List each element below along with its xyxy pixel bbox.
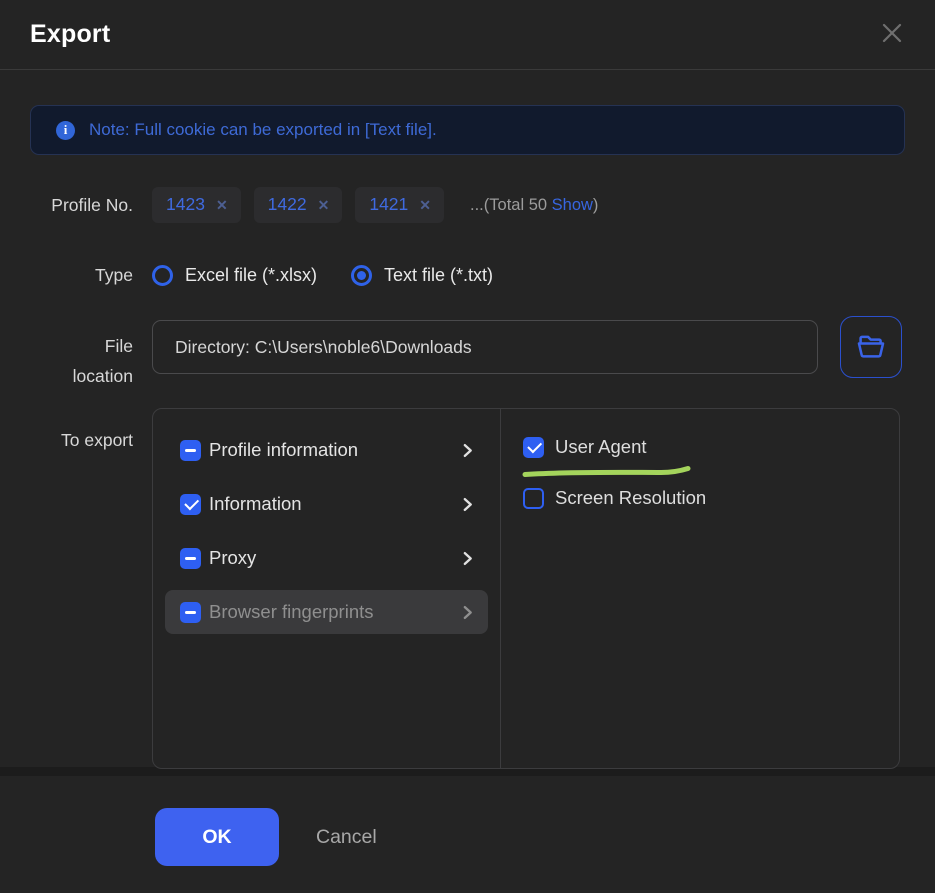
tags-summary-suffix: ) — [593, 196, 599, 214]
chevron-right-icon[interactable] — [460, 605, 475, 620]
cancel-button[interactable]: Cancel — [316, 808, 377, 866]
radio-icon-unselected — [152, 265, 173, 286]
profile-tags: 1423 ✕ 1422 ✕ 1421 ✕ ...(Total 50 Show) — [152, 187, 598, 223]
file-location-row: File location — [30, 316, 902, 378]
radio-icon-selected — [351, 265, 372, 286]
ok-button[interactable]: OK — [155, 808, 279, 866]
radio-label: Text file (*.txt) — [384, 265, 493, 286]
show-link[interactable]: Show — [552, 196, 593, 214]
note-text: Note: Full cookie can be exported in [Te… — [89, 120, 437, 140]
checkbox-indeterminate-icon[interactable] — [180, 602, 201, 623]
export-tree-panel: Profile information Information Proxy — [152, 408, 900, 769]
checkbox-checked-icon[interactable] — [523, 437, 544, 458]
leaf-item-screen-resolution[interactable]: Screen Resolution — [523, 483, 899, 513]
chevron-right-icon[interactable] — [460, 497, 475, 512]
close-button[interactable] — [875, 16, 909, 50]
dialog-header: Export — [0, 0, 935, 70]
close-icon — [879, 20, 905, 46]
tree-item-label: Profile information — [209, 439, 460, 461]
browse-folder-button[interactable] — [840, 316, 902, 378]
export-fields-list: User Agent Screen Resolution — [501, 409, 899, 768]
export-categories-list: Profile information Information Proxy — [153, 409, 501, 768]
chevron-right-icon[interactable] — [460, 443, 475, 458]
profile-tag: 1422 ✕ — [254, 187, 343, 223]
profile-tag-value: 1421 — [369, 194, 408, 215]
tree-item-label: Proxy — [209, 547, 460, 569]
profile-tag: 1421 ✕ — [355, 187, 444, 223]
type-row: Type Excel file (*.xlsx) Text file (*.tx… — [30, 258, 493, 292]
type-label: Type — [30, 265, 133, 286]
chevron-right-icon[interactable] — [460, 551, 475, 566]
radio-option-text[interactable]: Text file (*.txt) — [351, 265, 493, 286]
file-location-label-line2: location — [73, 366, 133, 386]
tag-remove-icon[interactable]: ✕ — [318, 198, 330, 212]
checkbox-unchecked-icon[interactable] — [523, 488, 544, 509]
export-dialog: Export i Note: Full cookie can be export… — [0, 0, 935, 893]
checkbox-indeterminate-icon[interactable] — [180, 548, 201, 569]
tags-summary: ...(Total 50 Show) — [470, 196, 598, 215]
profile-tag-value: 1423 — [166, 194, 205, 215]
tree-item-label: Information — [209, 493, 460, 515]
radio-label: Excel file (*.xlsx) — [185, 265, 317, 286]
radio-option-excel[interactable]: Excel file (*.xlsx) — [152, 265, 317, 286]
profile-no-row: Profile No. 1423 ✕ 1422 ✕ 1421 ✕ ...(Tot… — [30, 185, 598, 225]
to-export-label: To export — [30, 408, 133, 769]
file-location-label: File location — [30, 316, 133, 378]
leaf-item-label: User Agent — [555, 436, 647, 458]
profile-no-label: Profile No. — [30, 195, 133, 216]
leaf-item-label: Screen Resolution — [555, 487, 706, 509]
tree-item-browser-fingerprints[interactable]: Browser fingerprints — [165, 590, 488, 634]
file-path-input[interactable] — [152, 320, 818, 374]
profile-tag: 1423 ✕ — [152, 187, 241, 223]
type-options: Excel file (*.xlsx) Text file (*.txt) — [152, 265, 493, 286]
leaf-item-user-agent[interactable]: User Agent — [523, 432, 899, 462]
tree-item-profile-information[interactable]: Profile information — [165, 428, 488, 472]
tree-item-label: Browser fingerprints — [209, 601, 460, 623]
note-banner: i Note: Full cookie can be exported in [… — [30, 105, 905, 155]
tag-remove-icon[interactable]: ✕ — [216, 198, 228, 212]
tag-remove-icon[interactable]: ✕ — [419, 198, 431, 212]
checkbox-checked-icon[interactable] — [180, 494, 201, 515]
tree-item-proxy[interactable]: Proxy — [165, 536, 488, 580]
info-icon: i — [56, 121, 75, 140]
profile-tag-value: 1422 — [268, 194, 307, 215]
to-export-row: To export Profile information Informatio… — [30, 408, 900, 769]
annotation-underline — [521, 465, 693, 479]
open-folder-icon — [855, 331, 887, 363]
dialog-title: Export — [30, 0, 110, 69]
checkbox-indeterminate-icon[interactable] — [180, 440, 201, 461]
file-location-label-line1: File — [105, 336, 133, 356]
tree-item-information[interactable]: Information — [165, 482, 488, 526]
tags-summary-prefix: ...(Total 50 — [470, 196, 552, 214]
